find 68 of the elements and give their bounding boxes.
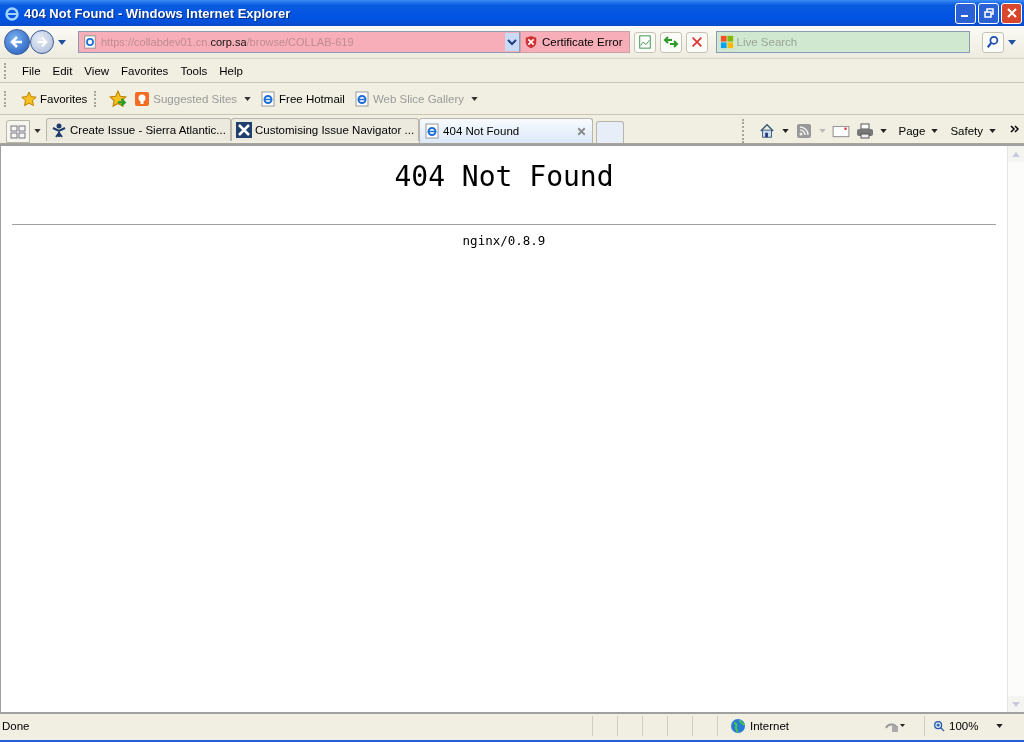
lightbulb-icon [134,90,151,107]
star-icon [21,90,37,107]
search-box[interactable]: Live Search [715,31,970,53]
command-menu[interactable]: Safety [950,125,996,137]
back-button[interactable] [4,29,30,55]
browser-tab[interactable]: Create Issue - Sierra Atlantic... [46,118,231,141]
favorites-bar-item[interactable]: Favorites [19,88,90,109]
grid-icon [10,124,26,139]
certificate-error-button[interactable]: Certificate Error [520,31,630,53]
page-icon [260,90,277,107]
server-version: nginx/0.8.9 [461,233,547,248]
compatibility-button[interactable] [633,31,656,53]
shield-icon [524,35,538,49]
menu-item[interactable]: Edit [48,62,77,79]
caret-icon[interactable] [879,129,887,133]
restore-button[interactable] [978,2,999,24]
window-title: 404 Not Found - Windows Internet Explorer [24,5,292,21]
chevron-icon [1010,125,1020,133]
menu-item[interactable]: Tools [176,62,212,79]
security-zone: Internet [750,720,789,732]
cross-icon [235,122,252,138]
zoom-icon [933,720,945,732]
stop-button[interactable] [685,31,708,53]
caret-icon[interactable] [34,129,41,133]
search-field[interactable]: Live Search [736,36,969,48]
page-chart-icon [637,35,652,49]
page-heading: 404 Not Found [393,160,615,193]
browser-logo-icon [4,5,20,21]
browser-tab[interactable]: Customising Issue Navigator ... [230,118,420,141]
caret-icon[interactable] [58,39,66,45]
restore-icon [983,8,994,18]
caret-icon [989,129,996,133]
close-button[interactable] [1001,2,1022,24]
mail-icon[interactable] [831,123,850,139]
minimize-button[interactable] [955,2,976,24]
command-menu[interactable]: Page [898,125,939,137]
menu-item[interactable]: Help [215,62,247,79]
caret-icon [996,724,1004,728]
status-text: Done [2,720,31,732]
search-icon [985,35,1000,49]
browser-tab[interactable]: 404 Not Found [419,118,594,143]
globe-icon [730,718,746,734]
refresh-icon [662,34,679,50]
dropdown-icon[interactable] [505,33,519,51]
right-arrow-icon [35,35,49,49]
page-icon [353,90,370,107]
favorites-bar-item[interactable]: Free Hotmail [258,88,347,109]
menu-item[interactable]: Favorites [117,62,173,79]
minimize-icon [961,15,968,17]
cross-icon [689,35,704,49]
search-button[interactable] [981,31,1004,53]
printer-icon[interactable] [855,123,874,139]
caret-icon[interactable] [1007,39,1016,45]
left-arrow-icon [9,34,25,50]
caret-icon [931,129,939,133]
page-icon [83,35,97,49]
forward-button[interactable] [30,30,54,54]
person-icon [51,122,67,138]
menu-item[interactable]: View [80,62,114,79]
windows-logo-icon [719,35,734,49]
menu-item[interactable]: File [18,62,45,79]
add-favorite-icon[interactable] [109,89,128,108]
home-icon[interactable] [757,123,776,139]
refresh-button[interactable] [659,31,682,53]
caret-icon[interactable] [781,129,789,133]
zoom-button[interactable]: 100% [924,716,1004,736]
close-icon [1006,8,1017,18]
page-icon [424,123,441,139]
